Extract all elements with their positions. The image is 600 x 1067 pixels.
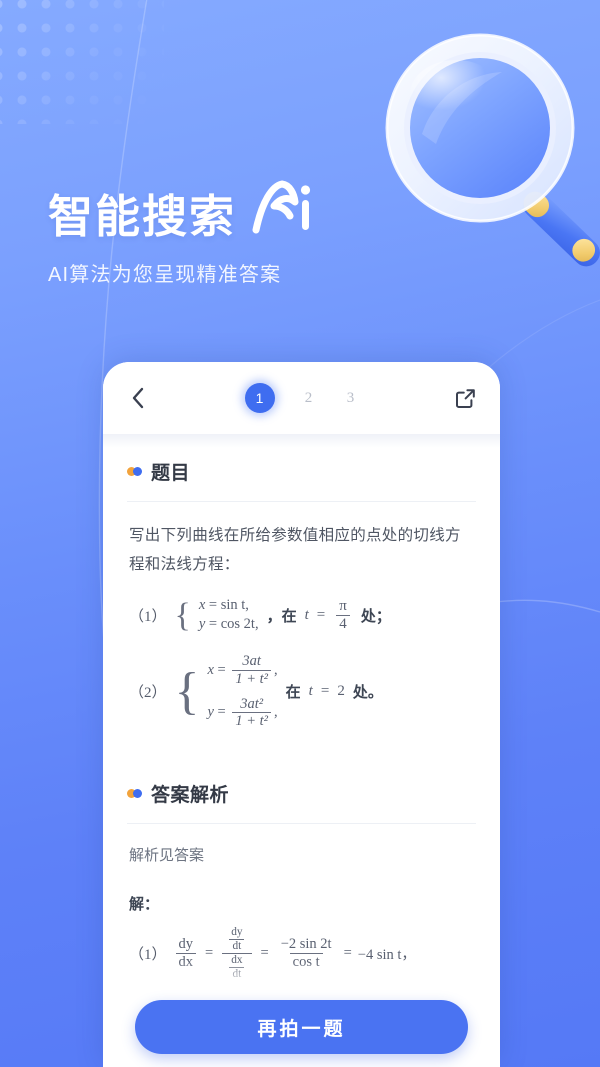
- question-item-1: （1） { x = sin t, y = cos 2t, ，在 t = π 4 …: [129, 596, 391, 634]
- result-card: 1 2 3 题目 写出下列曲线在所给参数值相应的点处的切线方程和法线方程： （1…: [103, 362, 500, 1067]
- item-1-condition-prefix: ，在: [266, 607, 297, 625]
- solution-result: −4 sin t，: [357, 947, 416, 964]
- item-2-den-2: 1 + t²: [232, 712, 272, 730]
- back-button[interactable]: [125, 385, 151, 411]
- dual-dot-icon-2: [127, 789, 142, 799]
- question-prompt: 写出下列曲线在所给参数值相应的点处的切线方程和法线方程：: [129, 527, 461, 573]
- dot-grid-decoration: [0, 0, 164, 124]
- page-indicator: 1 2 3: [151, 383, 452, 413]
- navbar-shadow: [103, 434, 500, 448]
- card-content: 题目 写出下列曲线在所给参数值相应的点处的切线方程和法线方程： （1） { x …: [103, 448, 500, 1023]
- retake-photo-button[interactable]: 再拍一题: [135, 1000, 468, 1054]
- solution-line-label: （1）: [129, 947, 167, 964]
- item-1-condition-fraction: π 4: [336, 598, 350, 634]
- item-2-den-1: 1 + t²: [232, 670, 272, 688]
- item-1-brace: {: [174, 596, 191, 634]
- item-1-rhs-2: cos 2t,: [220, 616, 259, 633]
- external-link-icon: [455, 388, 475, 408]
- item-2-num-1: 3at: [242, 653, 261, 670]
- sol-f1-den: dx: [175, 953, 197, 971]
- item-2-brace: {: [174, 662, 200, 720]
- item-1-system: x = sin t, y = cos 2t,: [198, 597, 259, 633]
- share-button[interactable]: [452, 385, 478, 411]
- item-2-label: （2）: [129, 685, 167, 702]
- card-navbar: 1 2 3: [103, 362, 500, 434]
- item-2-num-2: 3at²: [240, 695, 264, 712]
- answer-section-header: 答案解析: [127, 770, 476, 823]
- item-2-tail-1: ,: [274, 662, 278, 679]
- page-tab-3[interactable]: 3: [343, 390, 359, 407]
- ai-logo-icon: [252, 180, 311, 234]
- item-2-condition-prefix: 在: [285, 684, 301, 702]
- item-2-fraction-2: 3at² 1 + t²: [232, 695, 272, 730]
- sol-f1-num: dy: [178, 936, 194, 953]
- answer-section-title: 答案解析: [151, 785, 230, 807]
- answer-summary: 解析见答案: [129, 847, 205, 865]
- hero-section: 智能搜索 AI算法为您呈现精准答案: [48, 180, 468, 287]
- sol-f2b-num: dx: [231, 954, 243, 967]
- item-2-condition-var: t: [308, 683, 313, 700]
- app-screen: 智能搜索 AI算法为您呈现精准答案 1 2 3 题目 写出下列曲线在所给参数值相…: [0, 0, 600, 1067]
- sol-f2-num: dy: [231, 926, 243, 939]
- dual-dot-icon: [127, 467, 142, 476]
- sol-f2-den: dt: [229, 939, 245, 953]
- item-1-condition-var: t: [304, 606, 309, 623]
- item-1-cond-den: 4: [336, 614, 350, 633]
- sol-f2-top: dy dt: [228, 926, 245, 953]
- item-2-system: x = 3at 1 + t² , y = 3at² 1 + t² ,: [207, 653, 278, 730]
- question-section-title: 题目: [151, 463, 191, 484]
- item-1-cond-num: π: [339, 597, 347, 614]
- sol-f2-bottom: dx dt: [228, 954, 245, 981]
- chevron-left-icon: [132, 387, 144, 409]
- question-section-header: 题目: [127, 448, 476, 501]
- solution-line-1: （1） dy dx = dy dt dx dt = −2 sin 2t cos …: [129, 926, 416, 981]
- solution-label: 解：: [129, 896, 160, 914]
- item-1-condition-suffix: 处；: [360, 607, 391, 625]
- cta-bar: 再拍一题: [103, 987, 500, 1067]
- page-tab-1[interactable]: 1: [244, 383, 275, 413]
- sol-f3-den: cos t: [289, 953, 323, 971]
- item-1-rhs-1: sin t,: [220, 597, 249, 614]
- item-2-tail-2: ,: [274, 704, 278, 721]
- item-1-label: （1）: [129, 608, 167, 625]
- sol-f2b-den: dt: [229, 967, 245, 981]
- solution-fraction-dydx: dy dx: [175, 936, 197, 971]
- item-2-fraction-1: 3at 1 + t²: [232, 653, 272, 688]
- page-title: 智能搜索: [48, 190, 237, 242]
- solution-fraction-nested: dy dt dx dt: [222, 926, 252, 981]
- sol-f3-num: −2 sin 2t: [280, 936, 332, 953]
- solution-fraction-result: −2 sin 2t cos t: [278, 936, 335, 970]
- item-2-condition-suffix: 处。: [352, 684, 383, 702]
- item-2-condition-value: 2: [337, 683, 345, 700]
- page-subtitle: AI算法为您呈现精准答案: [48, 264, 282, 286]
- question-item-2: （2） { x = 3at 1 + t² , y = 3at² 1 + t² ,…: [129, 653, 383, 730]
- page-tab-2[interactable]: 2: [301, 390, 317, 407]
